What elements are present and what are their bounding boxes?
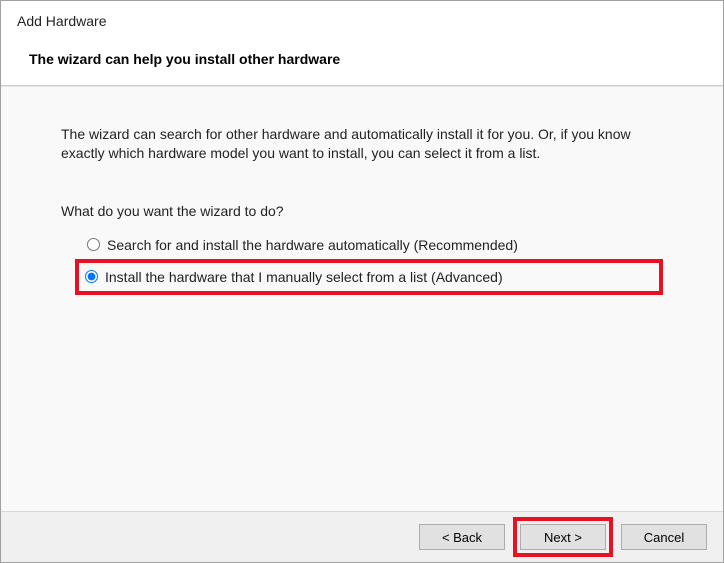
wizard-footer: < Back Next > Cancel <box>1 511 723 562</box>
radio-option-manual[interactable]: Install the hardware that I manually sel… <box>75 259 663 295</box>
next-button[interactable]: Next > <box>520 524 606 550</box>
radio-auto-label[interactable]: Search for and install the hardware auto… <box>107 237 518 253</box>
radio-manual-input[interactable] <box>85 270 98 283</box>
cancel-button[interactable]: Cancel <box>621 524 707 550</box>
back-button[interactable]: < Back <box>419 524 505 550</box>
wizard-content: The wizard can search for other hardware… <box>1 86 723 511</box>
radio-manual-label[interactable]: Install the hardware that I manually sel… <box>105 269 503 285</box>
window-title: Add Hardware <box>17 13 707 29</box>
question-text: What do you want the wizard to do? <box>61 203 663 219</box>
radio-option-auto[interactable]: Search for and install the hardware auto… <box>81 233 663 257</box>
radio-auto-input[interactable] <box>87 238 100 251</box>
wizard-subtitle: The wizard can help you install other ha… <box>17 51 707 67</box>
intro-text: The wizard can search for other hardware… <box>61 125 663 163</box>
radio-group: Search for and install the hardware auto… <box>61 233 663 295</box>
add-hardware-wizard: Add Hardware The wizard can help you ins… <box>0 0 724 563</box>
wizard-header: Add Hardware The wizard can help you ins… <box>1 1 723 86</box>
